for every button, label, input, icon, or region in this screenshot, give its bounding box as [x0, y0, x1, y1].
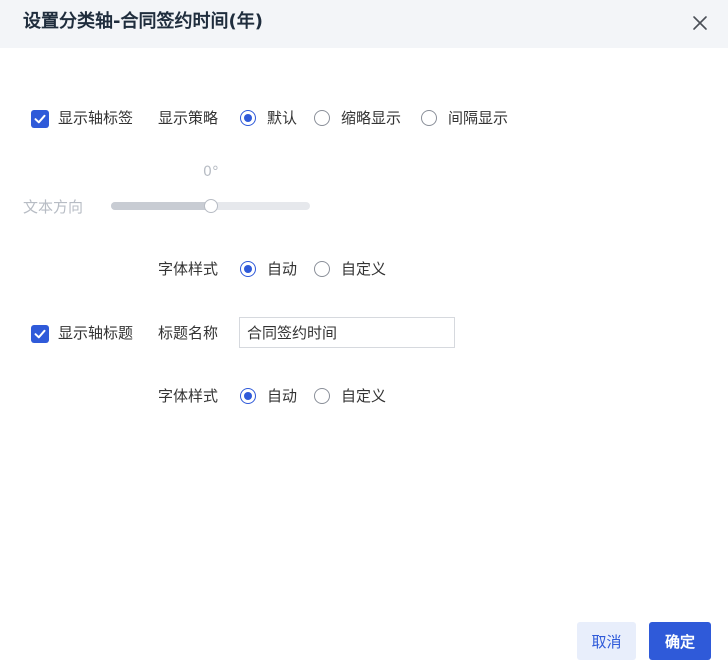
text-direction-label: 文本方向 — [23, 198, 84, 216]
strategy-option-abbreviated[interactable]: 缩略显示 — [341, 108, 401, 128]
title-font-style-radio-auto[interactable] — [240, 388, 256, 404]
title-font-style-option-auto[interactable]: 自动 — [267, 386, 297, 406]
show-axis-label-checkbox[interactable] — [31, 110, 49, 128]
check-icon — [34, 329, 46, 339]
title-name-label: 标题名称 — [158, 324, 219, 342]
strategy-option-interval[interactable]: 间隔显示 — [448, 108, 508, 128]
title-font-style-radio-custom[interactable] — [314, 388, 330, 404]
check-icon — [34, 114, 46, 124]
label-font-style-label: 字体样式 — [158, 260, 219, 278]
label-font-style-option-custom[interactable]: 自定义 — [341, 259, 386, 279]
title-name-input[interactable] — [239, 317, 455, 348]
title-font-style-option-custom[interactable]: 自定义 — [341, 386, 386, 406]
cancel-button[interactable]: 取消 — [577, 622, 636, 660]
strategy-option-default[interactable]: 默认 — [267, 108, 297, 128]
confirm-button[interactable]: 确定 — [649, 622, 711, 660]
text-direction-value: 0° — [203, 164, 219, 180]
strategy-label: 显示策略 — [158, 109, 219, 127]
show-axis-title-text: 显示轴标题 — [58, 324, 134, 342]
show-axis-label-text: 显示轴标签 — [58, 109, 134, 127]
text-direction-slider-thumb[interactable] — [203, 199, 218, 213]
title-font-style-label: 字体样式 — [158, 387, 219, 405]
strategy-radio-interval[interactable] — [421, 110, 437, 126]
strategy-radio-default[interactable] — [240, 110, 256, 126]
show-axis-title-checkbox[interactable] — [31, 325, 49, 343]
label-font-style-option-auto[interactable]: 自动 — [267, 259, 297, 279]
dialog-title: 设置分类轴-合同签约时间(年) — [23, 11, 263, 32]
label-font-style-radio-auto[interactable] — [240, 261, 256, 277]
label-font-style-radio-custom[interactable] — [314, 261, 330, 277]
dialog-header: 设置分类轴-合同签约时间(年) — [0, 0, 728, 48]
strategy-radio-abbreviated[interactable] — [314, 110, 330, 126]
close-icon[interactable] — [688, 11, 712, 35]
text-direction-slider-fill — [111, 202, 211, 210]
